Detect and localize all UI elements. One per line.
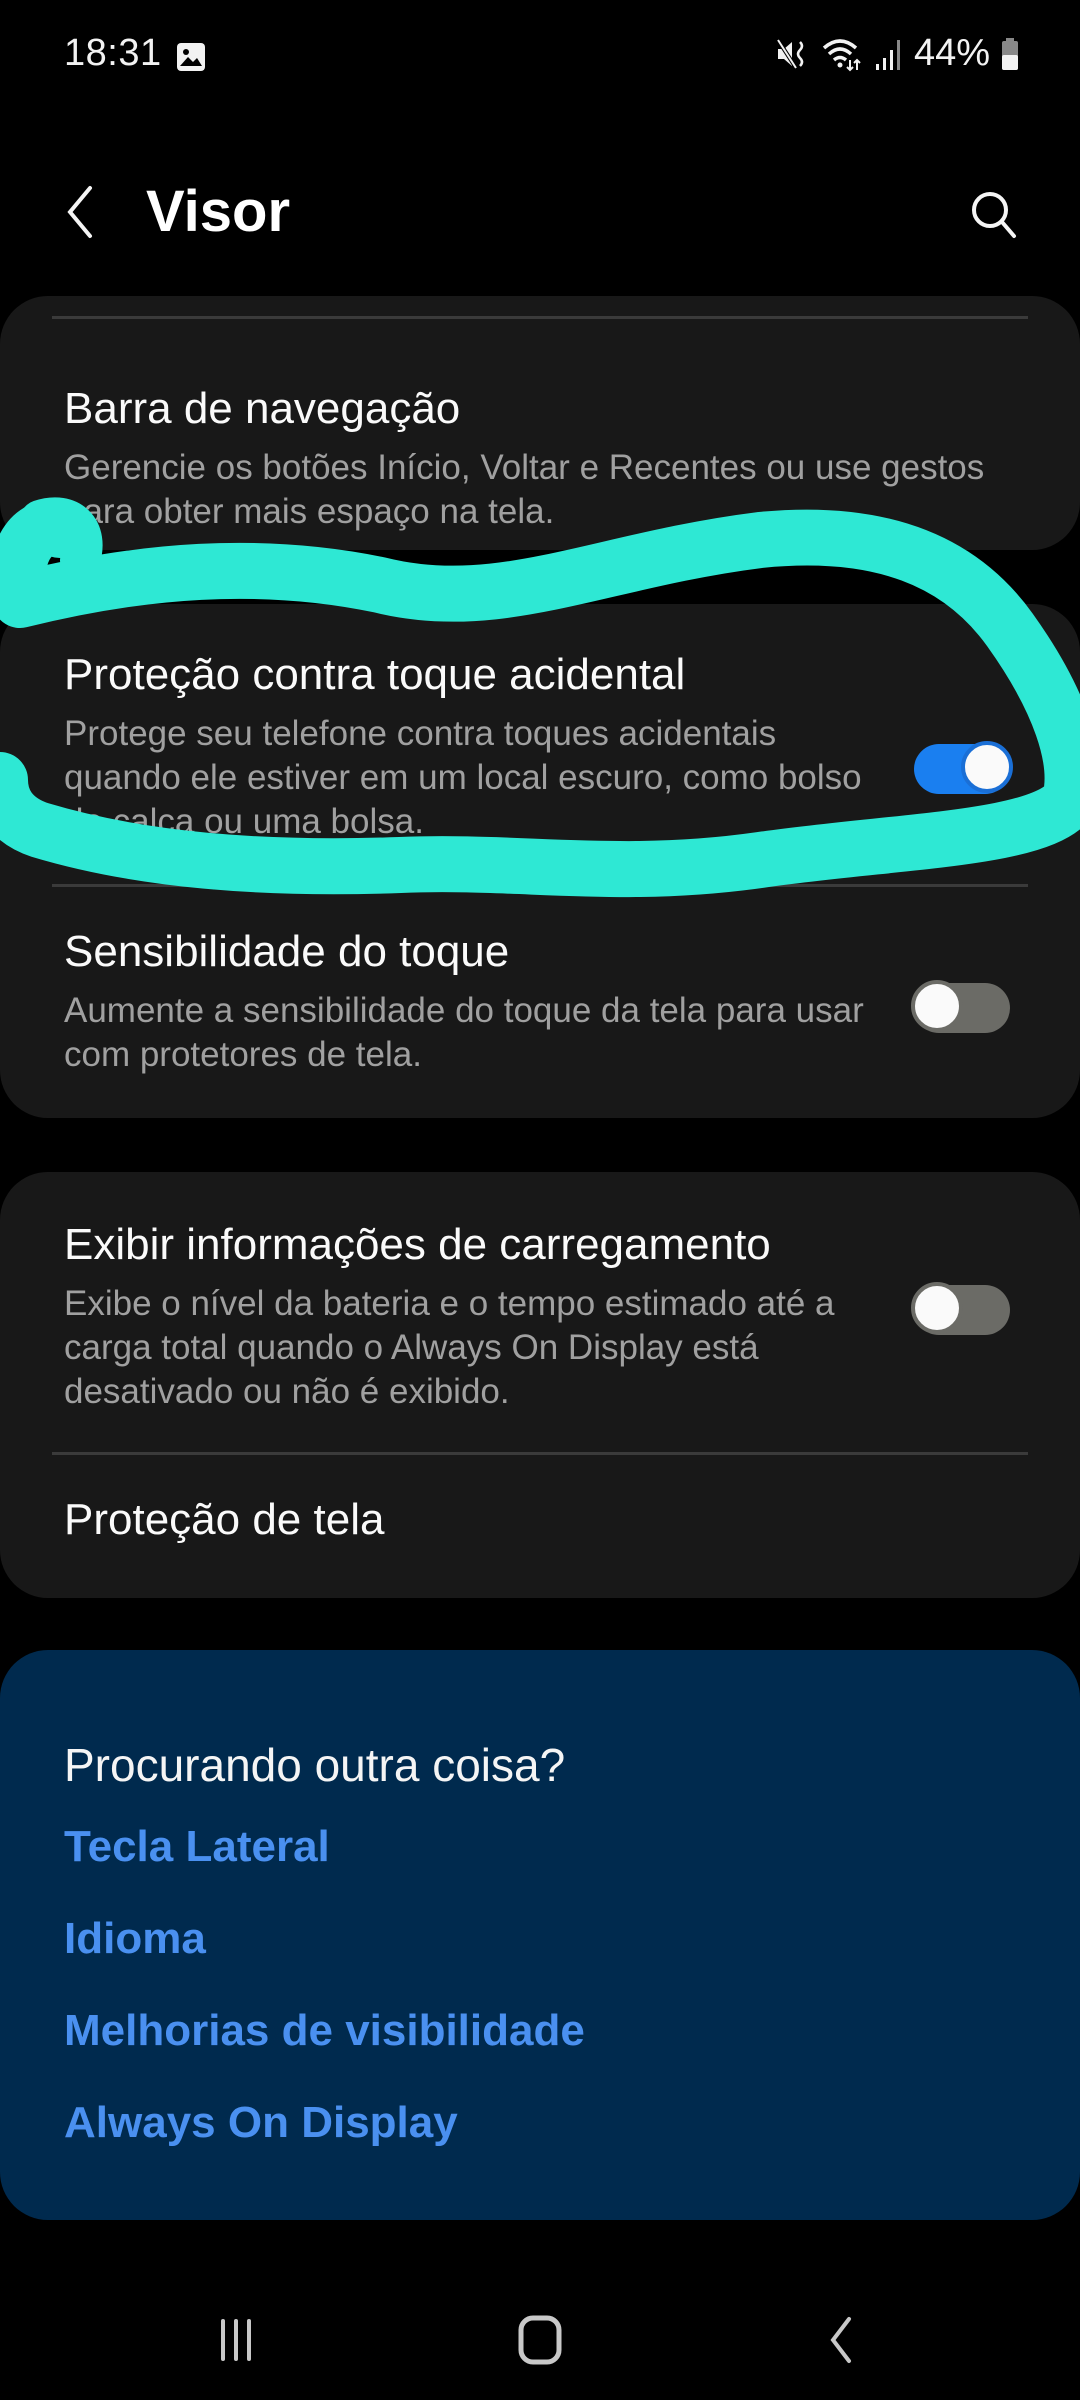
- setting-subtitle: Gerencie os botões Início, Voltar e Rece…: [64, 448, 985, 531]
- related-title: Procurando outra coisa?: [64, 1739, 566, 1791]
- setting-subtitle: Aumente a sensibilidade do toque da tela…: [64, 991, 864, 1074]
- wifi-icon: [822, 38, 861, 71]
- divider: [52, 316, 1028, 319]
- charging-info-toggle[interactable]: [911, 1282, 1010, 1335]
- settings-group-charging: Exibir informações de carregamento Exibe…: [0, 1172, 1080, 1598]
- nav-home-button[interactable]: [500, 2310, 580, 2370]
- setting-navigation-bar[interactable]: Barra de navegação Gerencie os botões In…: [0, 320, 1080, 550]
- nav-recents-button[interactable]: [196, 2310, 276, 2370]
- settings-group-navigation: Barra de navegação Gerencie os botões In…: [0, 296, 1080, 550]
- toggle-thumb: [911, 980, 963, 1032]
- status-icons: 44%: [774, 32, 1020, 75]
- setting-title: Proteção contra toque acidental: [64, 650, 686, 699]
- battery-icon: [1002, 37, 1018, 70]
- battery-percent: 44%: [913, 32, 990, 74]
- search-icon: [972, 192, 1016, 238]
- signal-icon: [875, 39, 900, 70]
- setting-charging-info[interactable]: Exibir informações de carregamento Exibe…: [0, 1172, 1080, 1452]
- related-link-always-on-display[interactable]: Always On Display: [64, 2098, 458, 2148]
- setting-screen-saver[interactable]: Proteção de tela: [0, 1455, 1080, 1598]
- back-button[interactable]: [58, 180, 108, 244]
- page-title: Visor: [146, 179, 291, 244]
- settings-group-touch: Proteção contra toque acidental Protege …: [0, 604, 1080, 1118]
- related-link-language[interactable]: Idioma: [64, 1914, 206, 1964]
- gallery-icon: [177, 43, 205, 71]
- setting-title: Exibir informações de carregamento: [64, 1220, 771, 1269]
- touch-sensitivity-toggle[interactable]: [911, 980, 1010, 1033]
- setting-subtitle: Protege seu telefone contra toques acide…: [64, 714, 862, 841]
- home-icon: [518, 2315, 562, 2365]
- search-button[interactable]: [966, 186, 1022, 242]
- setting-touch-sensitivity[interactable]: Sensibilidade do toque Aumente a sensibi…: [0, 887, 1080, 1117]
- setting-subtitle: Exibe o nível da bateria e o tempo estim…: [64, 1284, 835, 1411]
- setting-accidental-touch[interactable]: Proteção contra toque acidental Protege …: [0, 604, 1080, 884]
- related-link-side-key[interactable]: Tecla Lateral: [64, 1822, 330, 1872]
- back-icon: [830, 2317, 851, 2363]
- setting-title: Sensibilidade do toque: [64, 927, 510, 976]
- related-settings-card: Procurando outra coisa? Tecla Lateral Id…: [0, 1650, 1080, 2220]
- setting-title: Barra de navegação: [64, 384, 461, 433]
- related-link-visibility[interactable]: Melhorias de visibilidade: [64, 2006, 585, 2056]
- toggle-thumb: [961, 741, 1013, 793]
- accidental-touch-toggle[interactable]: [914, 741, 1013, 794]
- setting-title: Proteção de tela: [64, 1495, 385, 1544]
- mute-icon: [776, 38, 804, 69]
- nav-back-button[interactable]: [800, 2310, 880, 2370]
- recents-icon: [221, 2319, 251, 2361]
- status-time: 18:31: [64, 32, 162, 74]
- toggle-thumb: [911, 1282, 963, 1334]
- chevron-left-icon: [67, 186, 92, 238]
